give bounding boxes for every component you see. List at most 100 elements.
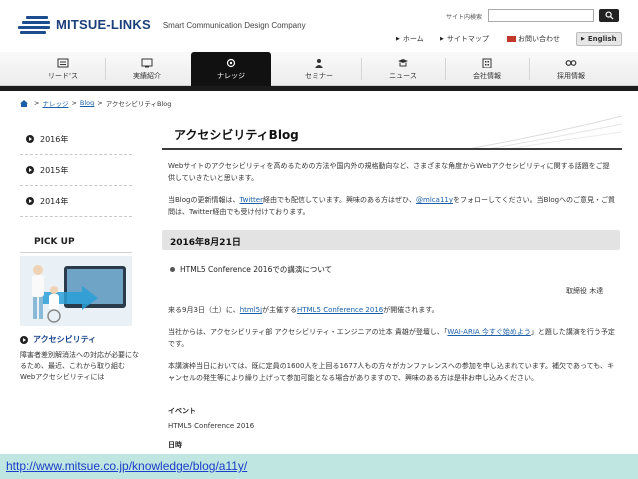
session-link[interactable]: WAI-ARIA 今すぐ始めよう (447, 328, 531, 336)
util-home-link[interactable]: ▶ ホーム (396, 32, 424, 46)
entry-paragraph-1: 来る9月3日（土）に、html5jが主催するHTML5 Conference 2… (168, 304, 618, 316)
util-sitemap-label: サイトマップ (446, 35, 489, 43)
nav-label: 採用情報 (557, 72, 585, 80)
bullet-icon (170, 267, 175, 272)
logo-mark-icon (18, 14, 52, 34)
date-heading-bar: 2016年8月21日 (162, 230, 620, 250)
knowledge-icon (226, 58, 236, 68)
breadcrumb-knowledge[interactable]: ナレッジ (42, 98, 68, 108)
breadcrumb-separator: > (71, 99, 77, 107)
nav-divider (529, 58, 530, 80)
entry-date: 2016年8月21日 (170, 238, 241, 248)
body-text: が開催されます。 (383, 306, 439, 314)
seminar-icon (315, 59, 323, 68)
nav-item-recruit[interactable]: 採用情報 (531, 52, 611, 86)
breadcrumb-blog[interactable]: Blog (80, 99, 94, 107)
breadcrumb-separator: > (97, 99, 103, 107)
year-link-2014[interactable]: 2014年 (20, 186, 132, 217)
logo-name: MITSUE-LINKS (56, 16, 151, 32)
nav-label: ニュース (389, 72, 417, 80)
util-home-label: ホーム (402, 35, 424, 43)
arrow-circle-icon (20, 335, 28, 344)
triangle-right-icon: ▶ (581, 36, 585, 42)
breadcrumb: > ナレッジ > Blog > アクセシビリティBlog (20, 98, 171, 108)
date-label: 日時 (168, 441, 182, 449)
body-text: が主催する (262, 306, 298, 314)
nav-label: 実績紹介 (133, 72, 161, 80)
pickup-image[interactable] (20, 256, 132, 326)
nav-item-news[interactable]: ニュース (363, 52, 443, 86)
entry-author: 取締役 木達 (566, 287, 604, 295)
nav-item-seminar[interactable]: セミナー (279, 52, 359, 86)
conference-link[interactable]: HTML5 Conference 2016 (297, 306, 383, 314)
entry-title-label: HTML5 Conference 2016での講演について (180, 265, 333, 274)
url-banner: http://www.mitsue.co.jp/knowledge/blog/a… (0, 454, 638, 479)
twitter-account-link[interactable]: @mlca11y (416, 196, 453, 204)
intro-text: 当Blogの更新情報は、 (168, 196, 240, 204)
intro-follow-paragraph: 当Blogの更新情報は、Twitter経由でも配信しています。興味のある方はぜひ… (168, 194, 616, 218)
page-title-block: アクセシビリティBlog (162, 116, 622, 150)
site-search-input[interactable] (488, 9, 594, 22)
year-link-2016[interactable]: 2016年 (20, 124, 132, 155)
site-search-button[interactable] (599, 9, 619, 22)
year-label: 2016年 (40, 134, 69, 144)
global-nav: リード'ス 実績紹介 ナレッジ セミナー ニュース 会社情報 採用情報 (0, 52, 638, 88)
util-contact-link[interactable]: お問い合わせ (507, 32, 560, 46)
util-english-link[interactable]: ▶ English (576, 32, 622, 46)
util-english-label: English (587, 35, 617, 43)
nav-item-knowledge[interactable]: ナレッジ (191, 52, 271, 88)
pickup-divider (20, 252, 132, 253)
twitter-link[interactable]: Twitter (239, 196, 262, 204)
triangle-right-icon: ▶ (396, 36, 400, 42)
nav-label: 会社情報 (473, 72, 501, 80)
page-title: アクセシビリティBlog (174, 128, 299, 142)
pickup-illustration (20, 256, 132, 326)
nav-label: セミナー (305, 72, 333, 80)
year-link-2015[interactable]: 2015年 (20, 155, 132, 186)
lead-icon (57, 58, 69, 68)
body-text: 来る9月3日（土）に、 (168, 306, 240, 314)
year-label: 2015年 (40, 165, 69, 175)
nav-item-leads[interactable]: リード'ス (23, 52, 103, 86)
nav-divider (105, 58, 106, 80)
nav-divider (445, 58, 446, 80)
nav-divider (361, 58, 362, 80)
event-label: イベント (168, 407, 196, 415)
body-text: 当社からは、アクセシビリティ部 アクセシビリティ・エンジニアの辻本 貴雄が登壇し… (168, 328, 448, 336)
home-icon[interactable] (20, 99, 28, 107)
nav-label: リード'ス (48, 72, 78, 80)
html5j-link[interactable]: html5j (240, 306, 262, 314)
intro-paragraph: Webサイトのアクセシビリティを高めるための方法や国内外の規格動向など、さまざま… (168, 162, 610, 182)
year-archive-list: 2016年 2015年 2014年 (20, 124, 132, 217)
company-icon (482, 58, 492, 68)
pickup-link-label: アクセシビリティ (33, 335, 97, 344)
search-icon (604, 11, 614, 20)
site-search-label: サイト内検索 (446, 14, 483, 21)
entry-paragraph-3: 本講演枠当日においては、既に定員の1600人を上回る1677人もの方々がカンファ… (168, 362, 615, 382)
breadcrumb-current: アクセシビリティBlog (105, 100, 172, 108)
year-label: 2014年 (40, 196, 69, 206)
util-contact-label: お問い合わせ (518, 35, 560, 43)
nav-band (0, 86, 638, 91)
nav-item-company[interactable]: 会社情報 (447, 52, 527, 86)
logo[interactable]: MITSUE-LINKS Smart Communication Design … (18, 14, 306, 34)
nav-label: ナレッジ (217, 72, 245, 80)
logo-tagline: Smart Communication Design Company (162, 20, 306, 30)
mail-icon (507, 36, 516, 42)
site-header: MITSUE-LINKS Smart Communication Design … (0, 0, 638, 52)
pickup-link-accessibility[interactable]: アクセシビリティ (20, 334, 96, 345)
pickup-description: 障害者差別解消法への対応が必要になるため、最近、これから取り組むWebアクセシビ… (20, 351, 139, 381)
arrow-circle-icon (26, 135, 34, 143)
breadcrumb-separator: > (34, 99, 40, 107)
arrow-circle-icon (26, 166, 34, 174)
news-icon (398, 59, 408, 67)
triangle-right-icon: ▶ (440, 36, 444, 42)
pickup-title: PICK UP (34, 237, 75, 247)
works-icon (141, 58, 153, 68)
util-sitemap-link[interactable]: ▶ サイトマップ (440, 32, 489, 46)
nav-item-works[interactable]: 実績紹介 (107, 52, 187, 86)
arrow-circle-icon (26, 197, 34, 205)
entry-title[interactable]: HTML5 Conference 2016での講演について (170, 264, 332, 275)
intro-text: 経由でも配信しています。興味のある方はぜひ、 (262, 196, 417, 204)
url-link[interactable]: http://www.mitsue.co.jp/knowledge/blog/a… (6, 459, 247, 473)
